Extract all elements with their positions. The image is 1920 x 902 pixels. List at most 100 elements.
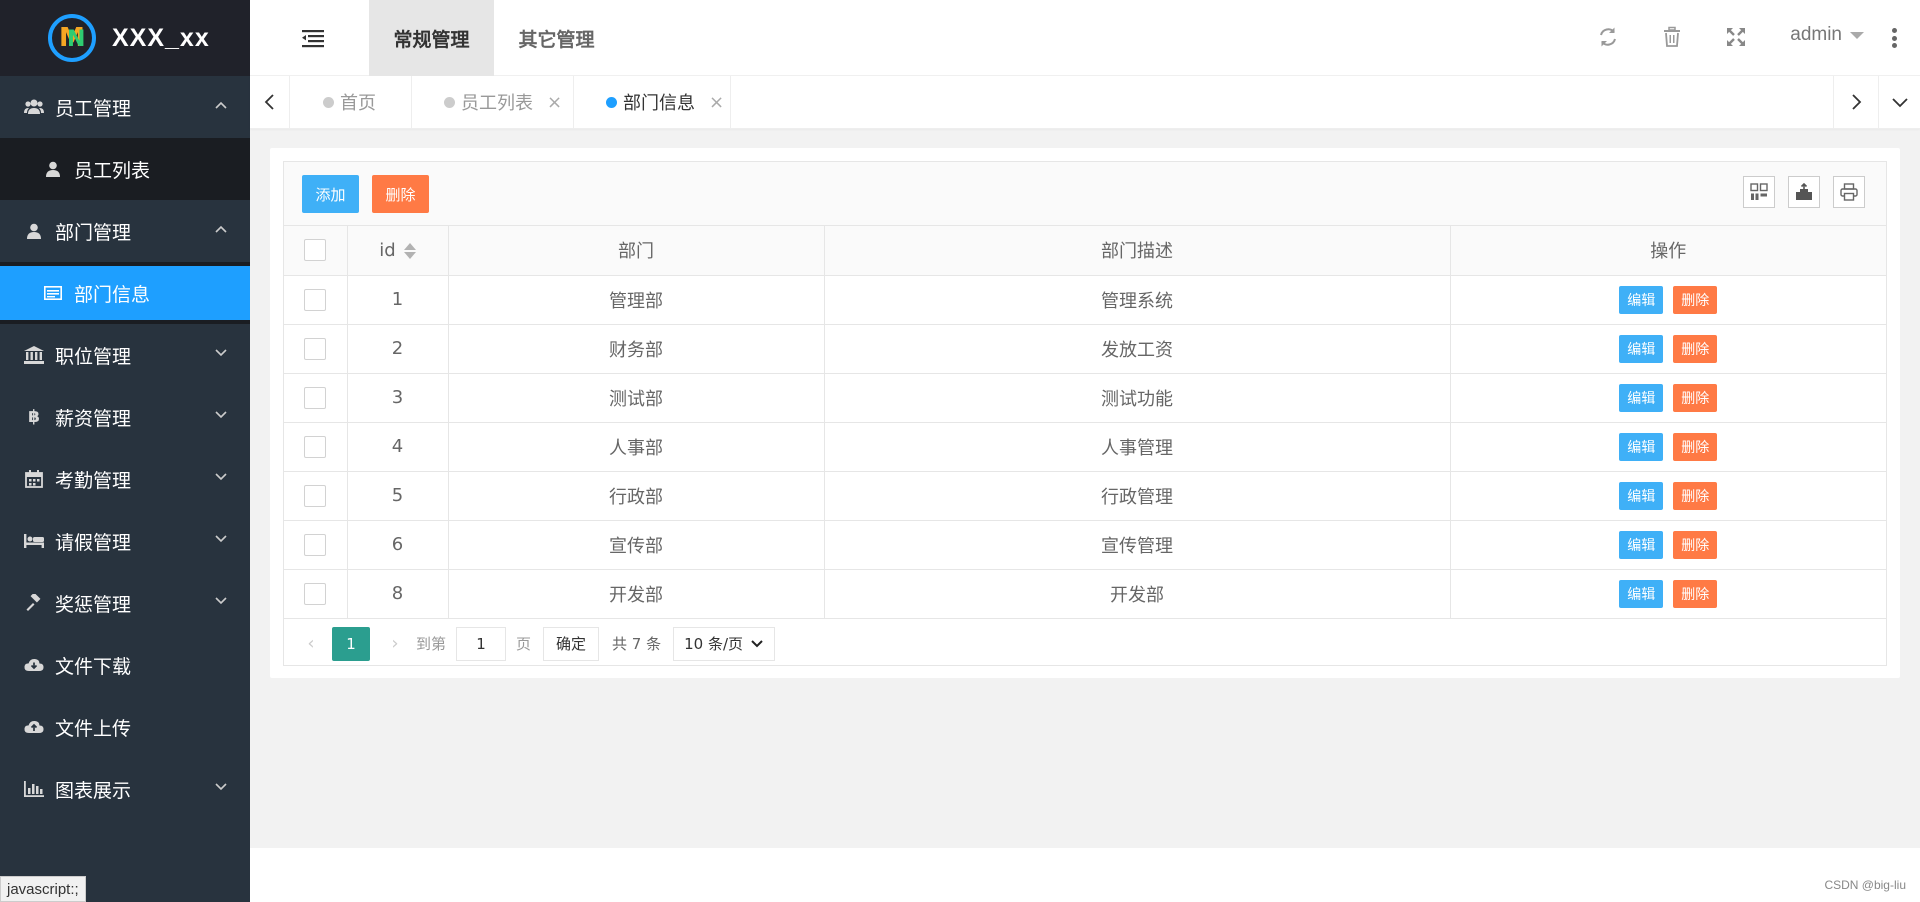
delete-button[interactable]: 删除 bbox=[372, 175, 429, 213]
cloud-download-icon bbox=[24, 658, 44, 672]
fullscreen-icon[interactable] bbox=[1725, 26, 1747, 48]
page-size-select[interactable]: 10 条/页 bbox=[673, 626, 776, 661]
prev-page-icon[interactable]: ‹ bbox=[300, 633, 322, 654]
total-count: 共 7 条 bbox=[612, 635, 662, 653]
page-current[interactable]: 1 bbox=[332, 626, 370, 661]
row-checkbox[interactable] bbox=[304, 288, 327, 311]
cell-id: 1 bbox=[347, 275, 449, 325]
cloud-upload-icon bbox=[24, 720, 44, 734]
top-header: 常规管理 其它管理 admin bbox=[250, 0, 1920, 76]
edit-button[interactable]: 编辑 bbox=[1619, 579, 1664, 608]
sidebar-item-label: 员工列表 bbox=[74, 159, 151, 182]
header-tab-other[interactable]: 其它管理 bbox=[494, 0, 619, 76]
row-delete-button[interactable]: 删除 bbox=[1673, 432, 1718, 461]
sidebar-group-leave[interactable]: 请假管理 bbox=[0, 510, 250, 572]
close-icon[interactable]: × bbox=[709, 92, 724, 113]
goto-page-input[interactable]: 1 bbox=[456, 626, 507, 661]
browser-status-tip: javascript:; bbox=[0, 876, 86, 902]
page-size-value: 10 条/页 bbox=[684, 635, 744, 653]
columns-filter-icon[interactable] bbox=[1743, 176, 1775, 208]
cell-dept: 行政部 bbox=[448, 471, 825, 521]
row-checkbox[interactable] bbox=[304, 582, 327, 605]
edit-button[interactable]: 编辑 bbox=[1619, 285, 1664, 314]
export-icon[interactable] bbox=[1788, 176, 1820, 208]
more-vertical-icon[interactable] bbox=[1892, 28, 1898, 48]
page-tabbar: 首页 员工列表 × 部门信息 × bbox=[250, 76, 1920, 129]
column-header-id[interactable]: id bbox=[347, 226, 449, 276]
cell-actions: 编辑 删除 bbox=[1450, 324, 1886, 374]
sidebar-group-employee[interactable]: 员工管理 bbox=[0, 76, 250, 138]
caret-down-icon bbox=[1850, 31, 1864, 39]
user-menu[interactable]: admin bbox=[1790, 24, 1864, 46]
select-all-checkbox[interactable] bbox=[304, 239, 327, 262]
add-button[interactable]: 添加 bbox=[302, 175, 359, 213]
cell-actions: 编辑 删除 bbox=[1450, 569, 1886, 619]
user-icon bbox=[44, 161, 62, 177]
row-checkbox[interactable] bbox=[304, 484, 327, 507]
row-delete-button[interactable]: 删除 bbox=[1673, 383, 1718, 412]
tab-employee-list[interactable]: 员工列表 × bbox=[412, 76, 574, 128]
tab-department-info[interactable]: 部门信息 × bbox=[574, 76, 731, 128]
app-title: XXX_xx bbox=[112, 23, 210, 52]
row-delete-button[interactable]: 删除 bbox=[1673, 481, 1718, 510]
user-icon bbox=[24, 223, 44, 239]
cell-id: 4 bbox=[347, 422, 449, 472]
row-delete-button[interactable]: 删除 bbox=[1673, 334, 1718, 363]
tab-dot bbox=[323, 96, 334, 108]
header-tab-general[interactable]: 常规管理 bbox=[369, 0, 494, 76]
chevron-down-icon bbox=[751, 639, 763, 647]
chevron-left-icon bbox=[264, 94, 274, 110]
next-page-icon[interactable]: › bbox=[384, 633, 406, 654]
cell-desc: 测试功能 bbox=[824, 373, 1451, 423]
tab-scroll-left[interactable] bbox=[250, 76, 290, 128]
data-table: 添加 删除 id 部门 部门描述 操作 1 管理部 管理系统 编辑 删除 2 财… bbox=[283, 161, 1887, 666]
cell-dept: 管理部 bbox=[448, 275, 825, 325]
sidebar-group-department[interactable]: 部门管理 bbox=[0, 200, 250, 262]
row-checkbox[interactable] bbox=[304, 337, 327, 360]
chevron-down-icon bbox=[215, 473, 227, 481]
sidebar-group-position[interactable]: 职位管理 bbox=[0, 324, 250, 386]
sidebar-group-label: 奖惩管理 bbox=[55, 593, 132, 616]
bar-chart-icon bbox=[24, 781, 44, 797]
trash-icon[interactable] bbox=[1661, 26, 1683, 48]
row-delete-button[interactable]: 删除 bbox=[1673, 285, 1718, 314]
chevron-down-icon bbox=[215, 597, 227, 605]
tab-scroll-right[interactable] bbox=[1833, 76, 1878, 128]
tab-options-dropdown[interactable] bbox=[1878, 76, 1920, 128]
row-delete-button[interactable]: 删除 bbox=[1673, 530, 1718, 559]
row-checkbox[interactable] bbox=[304, 435, 327, 458]
goto-confirm-button[interactable]: 确定 bbox=[543, 626, 600, 661]
edit-button[interactable]: 编辑 bbox=[1619, 334, 1664, 363]
sidebar-item-department-info[interactable]: 部门信息 bbox=[0, 262, 250, 324]
sidebar-group-label: 图表展示 bbox=[55, 779, 132, 802]
tab-home[interactable]: 首页 bbox=[291, 76, 412, 128]
sidebar-group-reward[interactable]: 奖惩管理 bbox=[0, 572, 250, 634]
edit-button[interactable]: 编辑 bbox=[1619, 383, 1664, 412]
department-table: id 部门 部门描述 操作 1 管理部 管理系统 编辑 删除 2 财务部 发放工… bbox=[284, 226, 1886, 619]
sidebar-group-salary[interactable]: ฿ 薪资管理 bbox=[0, 386, 250, 448]
sort-icon[interactable] bbox=[403, 242, 416, 259]
sidebar-item-file-download[interactable]: 文件下载 bbox=[0, 634, 250, 696]
edit-button[interactable]: 编辑 bbox=[1619, 481, 1664, 510]
chevron-right-icon bbox=[1852, 94, 1862, 110]
sidebar-group-label: 职位管理 bbox=[55, 345, 132, 368]
sidebar-item-employee-list[interactable]: 员工列表 bbox=[0, 138, 250, 200]
cell-desc: 管理系统 bbox=[824, 275, 1451, 325]
print-icon[interactable] bbox=[1833, 176, 1865, 208]
cell-dept: 开发部 bbox=[448, 569, 825, 619]
sidebar-item-file-upload[interactable]: 文件上传 bbox=[0, 696, 250, 758]
cell-desc: 宣传管理 bbox=[824, 520, 1451, 570]
row-delete-button[interactable]: 删除 bbox=[1673, 579, 1718, 608]
edit-button[interactable]: 编辑 bbox=[1619, 530, 1664, 559]
close-icon[interactable]: × bbox=[547, 92, 562, 113]
refresh-icon[interactable] bbox=[1597, 26, 1619, 48]
sidebar-group-attendance[interactable]: 考勤管理 bbox=[0, 448, 250, 510]
cell-id: 2 bbox=[347, 324, 449, 374]
sidebar-group-charts[interactable]: 图表展示 bbox=[0, 758, 250, 820]
row-checkbox[interactable] bbox=[304, 533, 327, 556]
cell-dept: 财务部 bbox=[448, 324, 825, 374]
row-checkbox[interactable] bbox=[304, 386, 327, 409]
edit-button[interactable]: 编辑 bbox=[1619, 432, 1664, 461]
goto-label: 到第 bbox=[416, 635, 447, 653]
menu-toggle-icon[interactable] bbox=[302, 28, 324, 48]
